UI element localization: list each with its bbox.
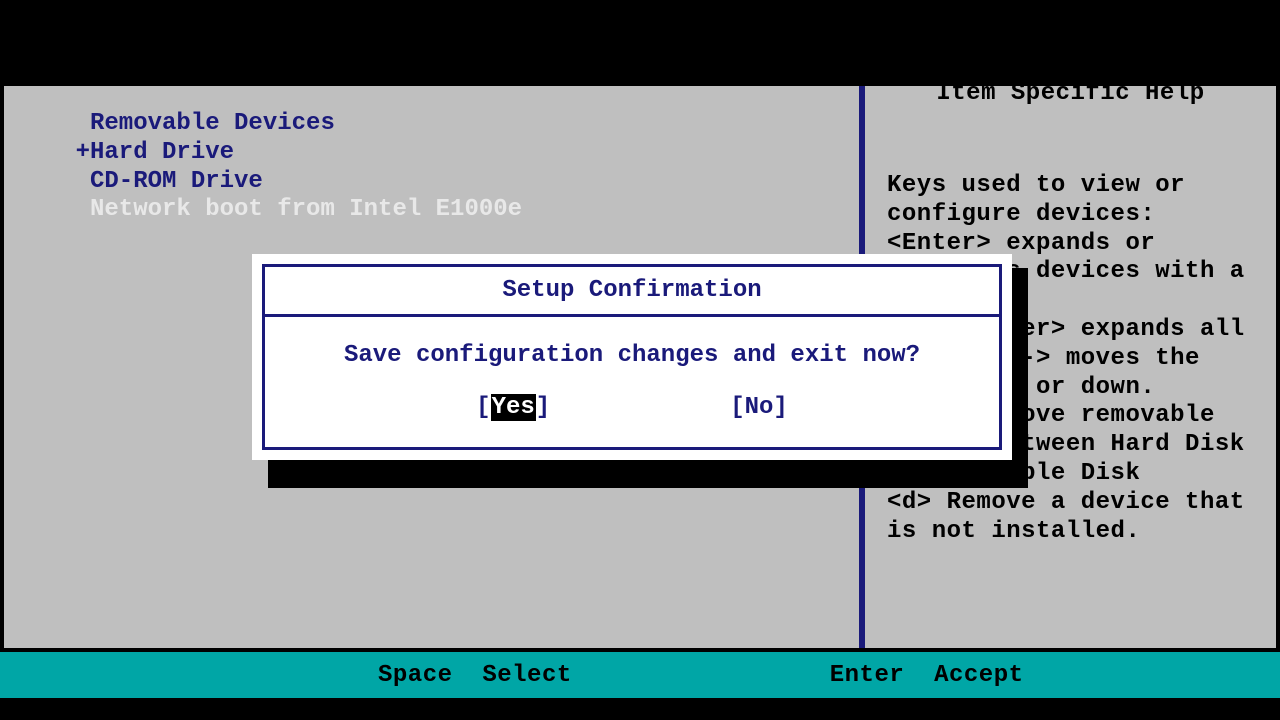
boot-item-label: Removable Devices: [90, 110, 335, 137]
yes-button[interactable]: [Yes]: [476, 394, 550, 421]
dialog-title: Setup Confirmation: [265, 267, 999, 317]
boot-item-label: CD-ROM Drive: [90, 168, 263, 195]
no-button[interactable]: [No]: [730, 394, 788, 421]
footer-action-accept: Accept: [934, 662, 1023, 689]
footer-key-enter: Enter: [830, 662, 905, 689]
setup-confirmation-dialog: Setup Confirmation Save configuration ch…: [252, 254, 1012, 460]
footer-keys: Space Select Enter Accept: [0, 652, 1280, 698]
help-title: Item Specific Help: [865, 80, 1276, 107]
footer-key-space: Space: [378, 662, 453, 689]
boot-item-2[interactable]: CD-ROM Drive: [90, 168, 839, 197]
dialog-buttons: [Yes] [No]: [285, 394, 979, 421]
boot-item-1[interactable]: +Hard Drive: [90, 139, 839, 168]
boot-item-3[interactable]: Network boot from Intel E1000e: [90, 196, 839, 225]
boot-item-0[interactable]: Removable Devices: [90, 110, 839, 139]
dialog-message: Save configuration changes and exit now?: [344, 342, 920, 369]
boot-order-list[interactable]: Removable Devices+Hard Drive CD-ROM Driv…: [90, 110, 839, 225]
boot-item-label: Hard Drive: [90, 139, 234, 166]
footer-action-select: Select: [482, 662, 571, 689]
boot-item-label: Network boot from Intel E1000e: [90, 196, 522, 223]
